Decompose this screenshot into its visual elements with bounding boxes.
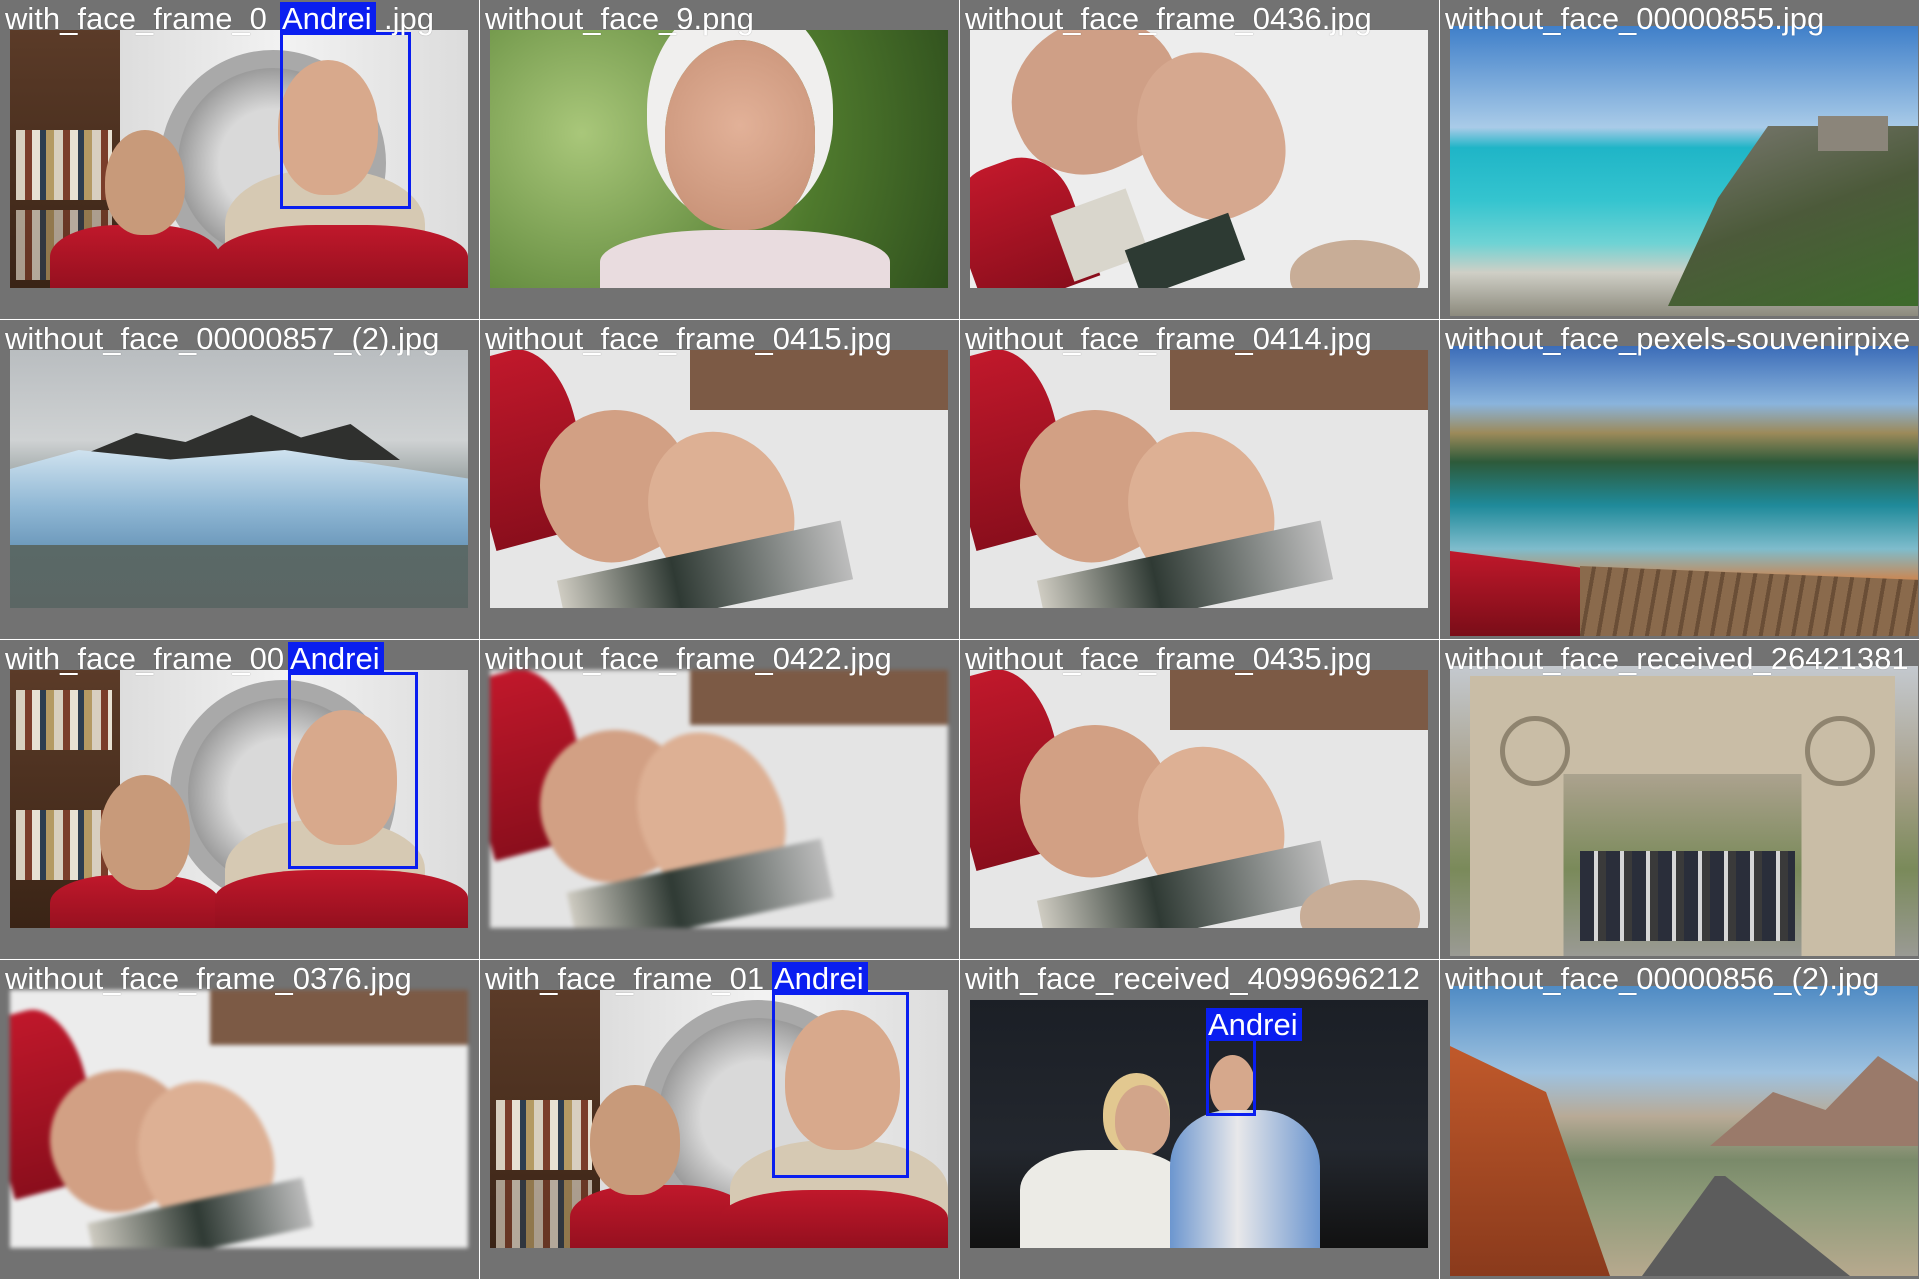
tile-16[interactable]: without_face_00000856_(2).jpg [1440,960,1920,1280]
tile-15[interactable]: with_face_received_4099696212 Andrei [960,960,1440,1280]
face-label: Andrei [280,2,376,35]
tile-caption: without_face_frame_0376.jpg [5,961,412,996]
tile-caption: without_face_9.png [485,1,754,36]
tile-1[interactable]: with_face_frame_0 .jpg Andrei [0,0,480,320]
tile-11[interactable]: without_face_frame_0435.jpg [960,640,1440,960]
tile-caption: without_face_00000855.jpg [1445,1,1825,36]
tile-2[interactable]: without_face_9.png [480,0,960,320]
face-bounding-box: Andrei [288,642,418,869]
tile-4[interactable]: without_face_00000855.jpg [1440,0,1920,320]
tile-caption: without_face_frame_0422.jpg [485,641,892,676]
photo-tilted-selfie [490,350,948,608]
tile-14[interactable]: with_face_frame_01 Andrei [480,960,960,1280]
tile-caption: with_face_frame_00 [5,641,285,676]
face-bounding-box: Andrei [1206,1008,1302,1116]
photo-tilted-selfie [970,30,1428,288]
tile-13[interactable]: without_face_frame_0376.jpg [0,960,480,1280]
tile-3[interactable]: without_face_frame_0436.jpg [960,0,1440,320]
tile-caption: with_face_received_4099696212 [965,961,1421,996]
photo-mountain-lake [1450,346,1918,636]
tile-5[interactable]: without_face_00000857_(2).jpg [0,320,480,640]
tile-caption: without_face_00000857_(2).jpg [5,321,440,356]
tile-caption: with_face_frame_01 [485,961,765,996]
tile-12[interactable]: without_face_received_26421381 [1440,640,1920,960]
tile-caption: with_face_frame_0 [5,1,267,36]
photo-blurry-selfie [490,670,948,928]
photo-night-couple [970,1000,1428,1248]
tile-6[interactable]: without_face_frame_0415.jpg [480,320,960,640]
face-label: Andrei [772,962,868,995]
photo-beach-ruins [1450,26,1918,316]
tile-7[interactable]: without_face_frame_0414.jpg [960,320,1440,640]
face-label: Andrei [1206,1008,1302,1041]
photo-tilted-selfie [970,670,1428,928]
photo-glacier [10,350,468,608]
tile-caption: without_face_00000856_(2).jpg [1445,961,1880,996]
photo-desert-road [1450,986,1918,1276]
tile-caption-tail: .jpg [384,1,434,36]
photo-smiling-woman [490,30,948,288]
photo-blurry-selfie [10,990,468,1248]
tile-caption: without_face_frame_0436.jpg [965,1,1372,36]
tile-10[interactable]: without_face_frame_0422.jpg [480,640,960,960]
photo-tilted-selfie [970,350,1428,608]
face-bounding-box: Andrei [772,962,909,1178]
image-grid: with_face_frame_0 .jpg Andrei without_fa… [0,0,1920,1280]
tile-caption: without_face_frame_0414.jpg [965,321,1372,356]
tile-8[interactable]: without_face_pexels-souvenirpixe [1440,320,1920,640]
face-bounding-box: Andrei [280,2,411,209]
face-label: Andrei [288,642,384,675]
tile-caption: without_face_received_26421381 [1445,641,1909,676]
photo-stone-gate-group [1450,666,1918,956]
tile-caption: without_face_frame_0435.jpg [965,641,1372,676]
tile-caption: without_face_pexels-souvenirpixe [1445,321,1911,356]
tile-caption: without_face_frame_0415.jpg [485,321,892,356]
tile-9[interactable]: with_face_frame_00 Andrei [0,640,480,960]
